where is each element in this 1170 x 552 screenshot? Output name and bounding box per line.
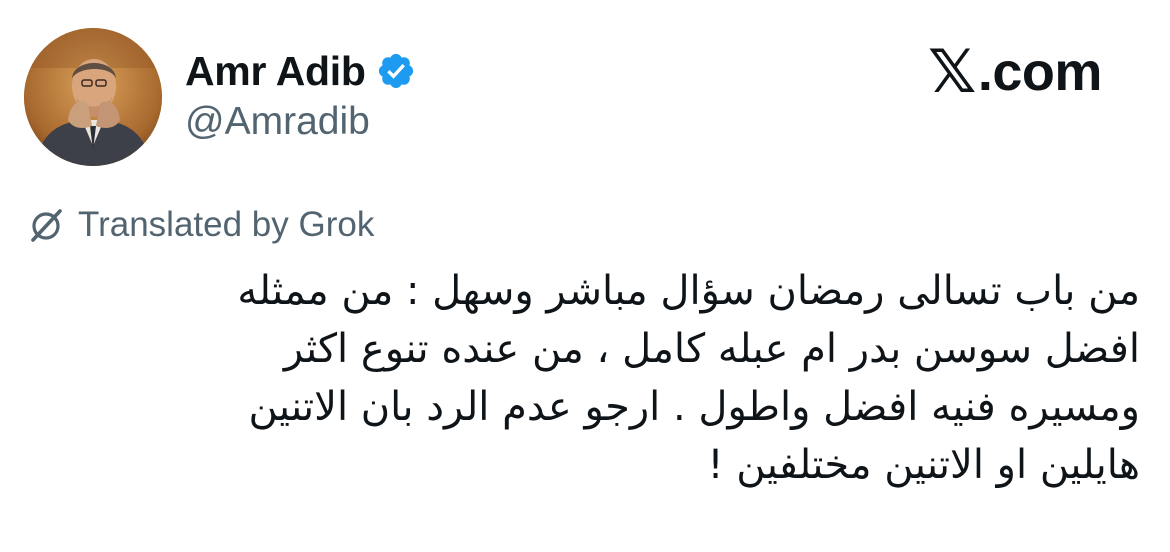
brand-domain: .com bbox=[977, 42, 1103, 102]
author-handle[interactable]: @Amradib bbox=[185, 100, 370, 144]
translation-notice[interactable]: Translated by Grok bbox=[26, 202, 374, 248]
display-name[interactable]: Amr Adib bbox=[185, 48, 366, 95]
grok-icon bbox=[31, 209, 62, 242]
verified-badge-icon bbox=[378, 53, 413, 89]
translated-by-label[interactable]: Translated by Grok bbox=[78, 205, 374, 245]
tweet-text: من باب تسالى رمضان سؤال مباشر وسهل : من … bbox=[40, 262, 1140, 494]
tweet-line: من باب تسالى رمضان سؤال مباشر وسهل : من … bbox=[237, 268, 1140, 314]
avatar[interactable] bbox=[24, 28, 162, 166]
x-logo[interactable]: 𝕏 .com bbox=[928, 37, 1103, 107]
x-mark-icon: 𝕏 bbox=[928, 37, 976, 107]
avatar-portrait bbox=[24, 28, 162, 166]
author-name-row[interactable]: Amr Adib bbox=[185, 46, 416, 96]
tweet-line: ومسيره فنيه افضل واطول . ارجو عدم الرد ب… bbox=[248, 384, 1140, 430]
tweet-line: هايلين او الاتنين مختلفين ! bbox=[707, 442, 1140, 488]
tweet-line: افضل سوسن بدر ام عبله كامل ، من عنده تنو… bbox=[283, 326, 1140, 372]
